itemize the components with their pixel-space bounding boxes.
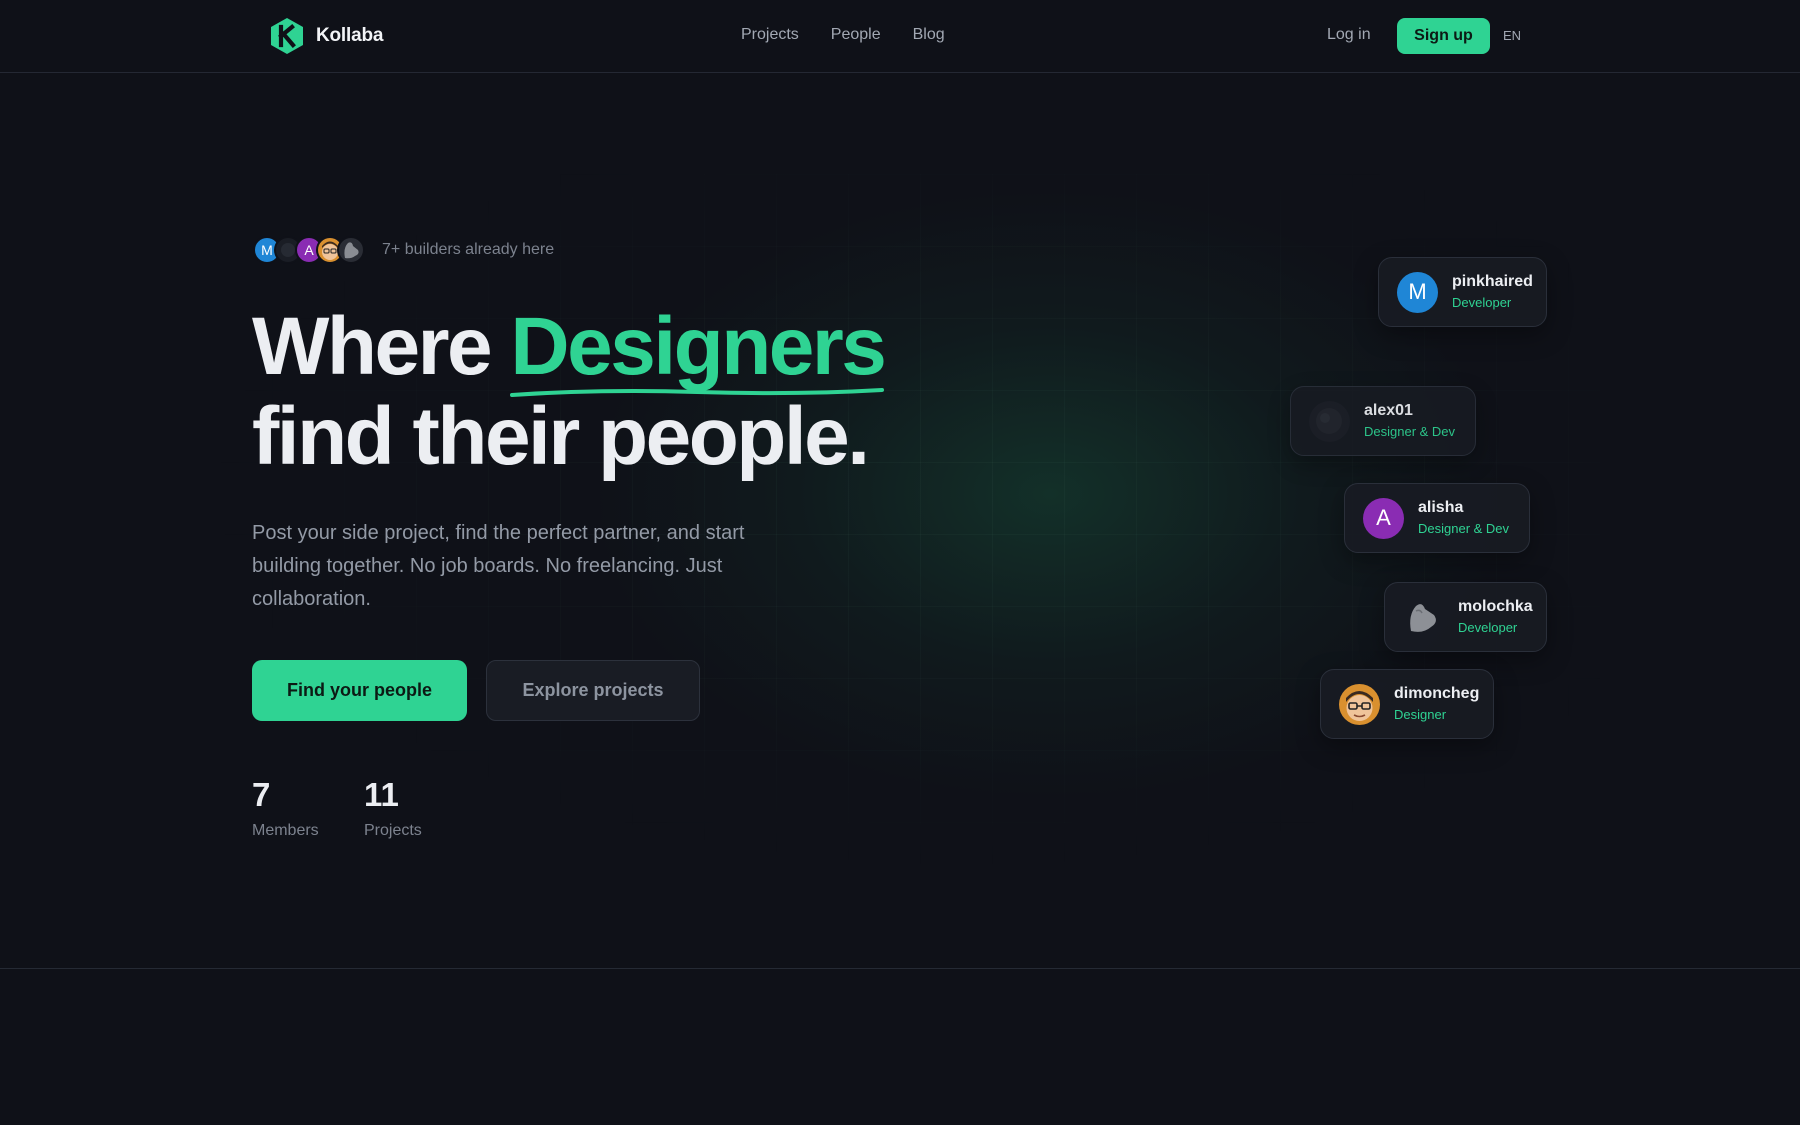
stat-label: Projects — [364, 822, 422, 839]
avatar-initial: M — [1408, 279, 1427, 304]
person-role: Designer & Dev — [1418, 521, 1510, 536]
person-role: Developer — [1458, 620, 1518, 635]
squiggle-underline — [510, 388, 885, 397]
person-name: alex01 — [1364, 402, 1413, 419]
stat-label: Members — [252, 822, 319, 839]
kollaba-logo-icon — [271, 18, 303, 54]
person-card-pinkhaired[interactable]: M pinkhaired Developer — [1378, 257, 1547, 327]
language-switcher[interactable]: EN — [1503, 28, 1521, 43]
stone-sculpture-icon — [1410, 603, 1436, 632]
person-name: alisha — [1418, 499, 1464, 516]
nav-link-projects[interactable]: Projects — [741, 26, 799, 44]
cartoon-face-icon — [1346, 690, 1373, 721]
headline-part2: find their people. — [252, 391, 870, 482]
brand-name: Kollaba — [316, 25, 384, 46]
avatar — [1309, 400, 1350, 442]
blurred-photo-icon — [1316, 407, 1342, 434]
nav-link-blog[interactable]: Blog — [913, 26, 945, 44]
headline-part1: Where — [252, 301, 511, 392]
hero-subtitle: Post your side project, find the perfect… — [252, 522, 745, 610]
explore-projects-button[interactable]: Explore projects — [486, 660, 700, 721]
headline-accent-text: Designers — [510, 301, 887, 392]
stat-value: 7 — [252, 776, 271, 813]
hero-headline: Where Designers find their people. — [252, 301, 887, 482]
person-role: Developer — [1452, 295, 1512, 310]
avatar: M — [1397, 271, 1438, 313]
person-name: dimoncheg — [1394, 685, 1480, 702]
avatar-initial: A — [304, 242, 314, 258]
avatar — [1403, 597, 1444, 638]
stat-value: 11 — [364, 776, 399, 813]
stat-projects: 11 Projects — [364, 776, 422, 840]
builder-avatar-stack: M A — [253, 236, 365, 264]
site-header: Kollaba Projects People Blog Log in Sign… — [0, 0, 1800, 73]
brand-logo[interactable]: Kollaba — [268, 17, 383, 55]
signup-button[interactable]: Sign up — [1397, 18, 1490, 54]
login-link[interactable]: Log in — [1327, 26, 1371, 44]
person-card-dimoncheg[interactable]: dimoncheg Designer — [1320, 669, 1494, 739]
avatar — [337, 236, 365, 264]
avatar: A — [1363, 497, 1404, 539]
avatar-initial: M — [261, 242, 273, 258]
person-card-alex01[interactable]: alex01 Designer & Dev — [1290, 386, 1476, 456]
stat-members: 7 Members — [252, 776, 319, 840]
person-name: pinkhaired — [1452, 273, 1533, 290]
avatar-initial: A — [1376, 505, 1391, 530]
person-card-molochka[interactable]: molochka Developer — [1384, 582, 1547, 652]
person-role: Designer & Dev — [1364, 424, 1456, 439]
main-nav: Projects People Blog — [741, 26, 945, 44]
find-your-people-button[interactable]: Find your people — [252, 660, 467, 721]
person-role: Designer — [1394, 707, 1447, 722]
avatar — [1339, 683, 1380, 725]
headline-accent: Designers — [510, 301, 887, 397]
builders-count-text: 7+ builders already here — [382, 241, 555, 258]
builders-indicator: M A 7+ builders already here — [253, 236, 554, 264]
person-card-alisha[interactable]: A alisha Designer & Dev — [1344, 483, 1530, 553]
person-name: molochka — [1458, 598, 1533, 615]
section-divider — [0, 968, 1800, 969]
nav-link-people[interactable]: People — [831, 26, 881, 44]
stone-sculpture-icon — [344, 242, 359, 259]
